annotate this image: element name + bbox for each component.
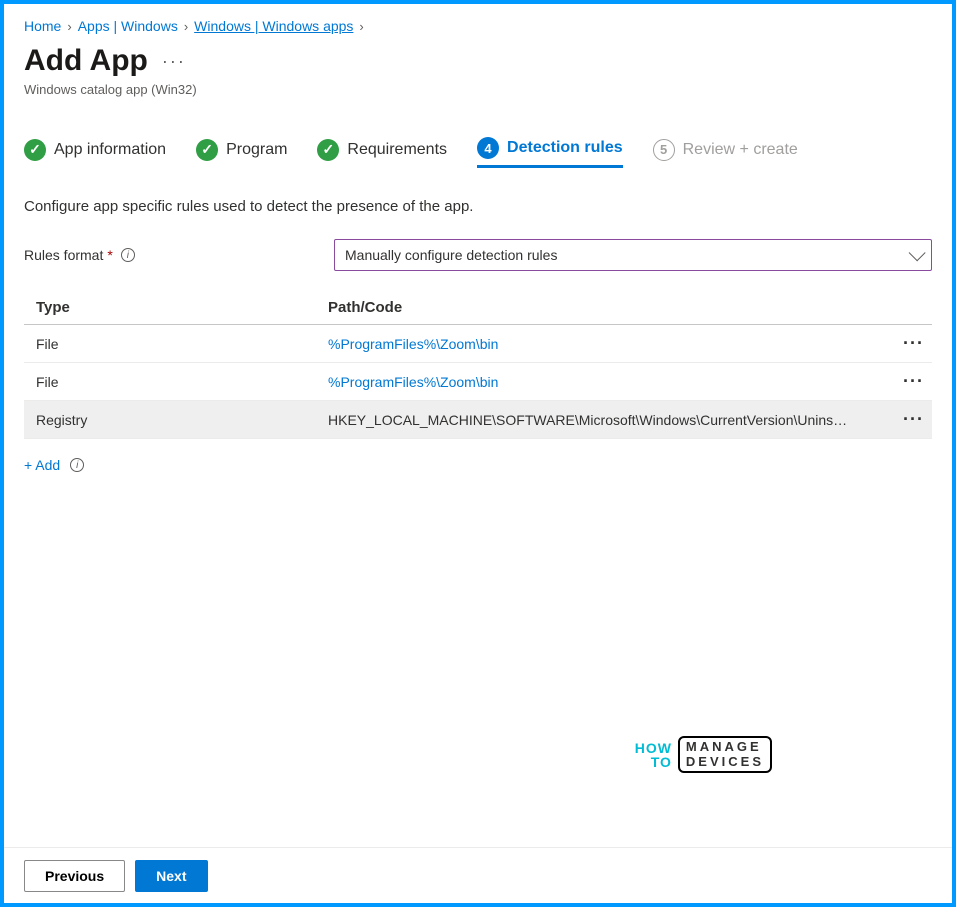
cell-path[interactable]: %ProgramFiles%\Zoom\bin — [328, 336, 888, 352]
cell-path[interactable]: %ProgramFiles%\Zoom\bin — [328, 374, 888, 390]
breadcrumb: Home › Apps | Windows › Windows | Window… — [24, 18, 932, 34]
breadcrumb-home[interactable]: Home — [24, 18, 61, 34]
detection-rules-table: Type Path/Code File %ProgramFiles%\Zoom\… — [24, 291, 932, 439]
chevron-right-icon: › — [67, 19, 71, 34]
add-rule-link[interactable]: + Add i — [24, 457, 932, 473]
step-label: Requirements — [347, 141, 447, 159]
cell-path[interactable]: HKEY_LOCAL_MACHINE\SOFTWARE\Microsoft\Wi… — [328, 412, 888, 428]
section-description: Configure app specific rules used to det… — [24, 198, 932, 215]
chevron-right-icon: › — [359, 19, 363, 34]
chevron-down-icon — [909, 244, 926, 261]
step-requirements[interactable]: Requirements — [317, 139, 447, 167]
required-indicator: * — [107, 247, 112, 263]
step-label: Program — [226, 141, 287, 159]
select-value: Manually configure detection rules — [345, 247, 557, 263]
column-header-path: Path/Code — [328, 299, 888, 316]
more-icon[interactable]: ··· — [162, 51, 186, 72]
cell-type: Registry — [28, 412, 328, 428]
check-icon — [196, 139, 218, 161]
step-number-icon: 4 — [477, 137, 499, 159]
table-row[interactable]: File %ProgramFiles%\Zoom\bin ··· — [24, 363, 932, 401]
step-review-create[interactable]: 5 Review + create — [653, 139, 798, 167]
check-icon — [317, 139, 339, 161]
rules-format-select[interactable]: Manually configure detection rules — [334, 239, 932, 271]
row-more-icon[interactable]: ··· — [888, 371, 928, 392]
step-detection-rules[interactable]: 4 Detection rules — [477, 137, 623, 168]
cell-type: File — [28, 336, 328, 352]
chevron-right-icon: › — [184, 19, 188, 34]
table-row[interactable]: File %ProgramFiles%\Zoom\bin ··· — [24, 325, 932, 363]
step-label: Review + create — [683, 141, 798, 159]
row-more-icon[interactable]: ··· — [888, 333, 928, 354]
info-icon[interactable]: i — [70, 458, 84, 472]
wizard-footer: Previous Next — [4, 847, 952, 903]
table-row[interactable]: Registry HKEY_LOCAL_MACHINE\SOFTWARE\Mic… — [24, 401, 932, 439]
step-label: App information — [54, 141, 166, 159]
cell-type: File — [28, 374, 328, 390]
step-label: Detection rules — [507, 139, 623, 157]
next-button[interactable]: Next — [135, 860, 207, 892]
info-icon[interactable]: i — [121, 248, 135, 262]
column-header-type: Type — [28, 299, 328, 316]
previous-button[interactable]: Previous — [24, 860, 125, 892]
page-title: Add App — [24, 44, 148, 78]
step-app-information[interactable]: App information — [24, 139, 166, 167]
page-subtitle: Windows catalog app (Win32) — [24, 82, 932, 97]
check-icon — [24, 139, 46, 161]
step-program[interactable]: Program — [196, 139, 287, 167]
watermark: HOW TO MANAGE DEVICES — [635, 736, 772, 773]
row-more-icon[interactable]: ··· — [888, 409, 928, 430]
breadcrumb-apps[interactable]: Apps | Windows — [78, 18, 178, 34]
wizard-stepper: App information Program Requirements 4 D… — [24, 137, 932, 168]
breadcrumb-windows-apps[interactable]: Windows | Windows apps — [194, 18, 353, 34]
rules-format-label: Rules format * i — [24, 247, 334, 263]
step-number-icon: 5 — [653, 139, 675, 161]
